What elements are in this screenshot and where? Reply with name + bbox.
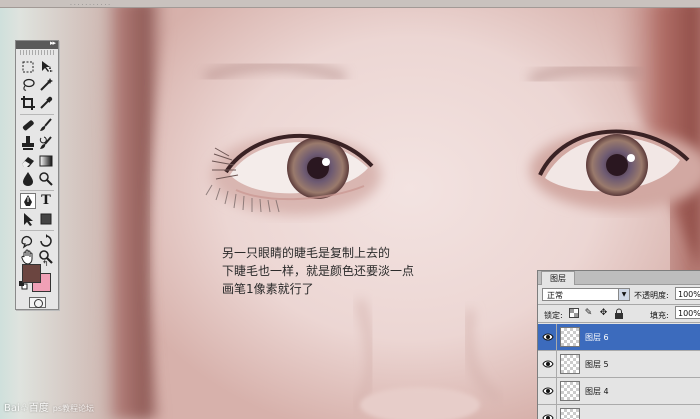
eyedropper-icon[interactable] [38, 95, 54, 111]
collapse-icon[interactable]: ▸▸ [50, 39, 56, 47]
toolbox-header[interactable]: ▸▸ [16, 39, 58, 49]
canvas-area[interactable]: . . . . . . . . . . . ▸▸ T ↰ 另一只眼睛的睫毛是复制… [0, 0, 700, 419]
watermark-sub: ps教程论坛 [52, 404, 94, 413]
lock-pixels-icon[interactable]: ✎ [583, 308, 594, 319]
layer-row-6[interactable]: 图层 6 [538, 324, 700, 351]
lock-label: 锁定: [544, 311, 563, 320]
blur-icon[interactable] [20, 171, 36, 187]
visibility-eye-icon[interactable] [542, 413, 554, 419]
visibility-eye-icon[interactable] [542, 386, 554, 396]
annotation-line-1: 另一只眼睛的睫毛是复制上去的 [222, 246, 391, 260]
blend-mode-select[interactable]: 正常 ▼ [542, 288, 630, 301]
tab-layers[interactable]: 图层 [541, 271, 575, 285]
fill-label: 填充: [650, 311, 669, 320]
baidu-watermark: Bai♧百度 ps教程论坛 [4, 399, 94, 414]
notes-icon[interactable] [20, 233, 36, 249]
eraser-icon[interactable] [20, 153, 36, 169]
blend-mode-value: 正常 [547, 291, 563, 300]
annotation-line-3: 画笔1像素就行了 [222, 282, 314, 296]
layer-name[interactable]: 图层 4 [585, 386, 609, 397]
visibility-eye-icon[interactable] [542, 332, 554, 342]
lock-transparent-icon[interactable] [568, 308, 579, 319]
dodge-icon[interactable] [38, 171, 54, 187]
opacity-label: 不透明度: [634, 291, 669, 300]
magic-wand-icon[interactable] [38, 77, 54, 93]
healing-brush-icon[interactable] [20, 117, 36, 133]
rect-marquee-icon[interactable] [20, 59, 36, 75]
opacity-input[interactable]: 100% [675, 287, 700, 300]
move-icon[interactable] [38, 59, 54, 75]
history-brush-icon[interactable] [38, 135, 54, 151]
watermark-brand: Bai♧百度 [4, 403, 49, 414]
gradient-icon[interactable] [38, 153, 54, 169]
lasso-icon[interactable] [20, 77, 36, 93]
path-select-icon[interactable] [20, 211, 36, 227]
rotate-3d-icon[interactable] [38, 233, 54, 249]
swap-colors-icon[interactable]: ↰ [42, 259, 49, 268]
pen-icon[interactable] [20, 193, 36, 209]
quick-mask-icon[interactable] [29, 297, 46, 308]
tutorial-annotation: 另一只眼睛的睫毛是复制上去的 下睫毛也一样，就是颜色还要淡一点 画笔1像素就行了 [222, 244, 414, 298]
toolbox-panel[interactable]: ▸▸ T ↰ [15, 39, 59, 310]
visibility-eye-icon[interactable] [542, 359, 554, 369]
clone-stamp-icon[interactable] [20, 135, 36, 151]
crop-icon[interactable] [20, 95, 36, 111]
layer-name[interactable]: 图层 6 [585, 332, 609, 343]
layer-thumbnail [560, 381, 580, 401]
chevron-down-icon[interactable]: ▼ [618, 289, 629, 300]
layer-thumbnail [560, 354, 580, 374]
lock-position-icon[interactable]: ✥ [598, 308, 609, 319]
layer-row-partial[interactable] [538, 405, 700, 419]
layer-name[interactable]: 图层 5 [585, 359, 609, 370]
fill-input[interactable]: 100% [675, 306, 700, 319]
type-icon[interactable]: T [38, 193, 54, 209]
layers-panel[interactable]: 图层 正常 ▼ 不透明度: 100% 锁定: ✎ ✥ 填充: 100% 图层 6… [537, 270, 700, 419]
toolbox-grip[interactable] [20, 50, 54, 55]
hand-icon[interactable] [20, 249, 36, 265]
layer-thumbnail [560, 408, 580, 419]
window-title-strip: . . . . . . . . . . . [0, 0, 700, 8]
rectangle-shape-icon[interactable] [38, 211, 54, 227]
layer-row-4[interactable]: 图层 4 [538, 378, 700, 405]
layer-thumbnail [560, 327, 580, 347]
annotation-line-2: 下睫毛也一样，就是颜色还要淡一点 [222, 264, 415, 278]
layer-row-5[interactable]: 图层 5 [538, 351, 700, 378]
lock-all-icon[interactable] [613, 308, 624, 319]
foreground-color-swatch[interactable] [22, 264, 41, 283]
brush-icon[interactable] [38, 117, 54, 133]
